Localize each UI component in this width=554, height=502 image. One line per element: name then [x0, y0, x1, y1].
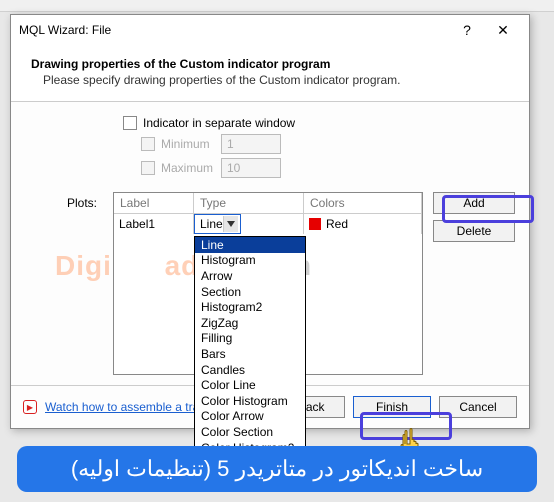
col-header-label[interactable]: Label: [114, 193, 194, 214]
separate-window-label: Indicator in separate window: [143, 116, 295, 130]
color-swatch: [309, 218, 321, 230]
separate-window-checkbox[interactable]: [123, 116, 137, 130]
type-option[interactable]: Arrow: [195, 268, 305, 284]
heading-title: Drawing properties of the Custom indicat…: [31, 57, 509, 71]
minimum-checkbox: [141, 137, 155, 151]
plot-color-cell[interactable]: Red: [304, 214, 422, 234]
delete-button[interactable]: Delete: [433, 220, 515, 242]
minimum-label: Minimum: [161, 137, 221, 151]
type-option[interactable]: Candles: [195, 362, 305, 378]
type-dropdown[interactable]: LineHistogramArrowSectionHistogram2ZigZa…: [194, 236, 306, 456]
type-option[interactable]: Line: [195, 237, 305, 253]
finish-button[interactable]: Finish: [353, 396, 431, 418]
type-option[interactable]: Histogram: [195, 253, 305, 269]
plot-type-value: Line: [200, 217, 223, 231]
type-option[interactable]: Color Section: [195, 424, 305, 440]
close-button[interactable]: ✕: [485, 16, 521, 44]
cancel-button[interactable]: Cancel: [439, 396, 517, 418]
col-header-type[interactable]: Type: [194, 193, 304, 214]
type-option[interactable]: Bars: [195, 346, 305, 362]
type-option[interactable]: Color Line: [195, 377, 305, 393]
hint-link[interactable]: Watch how to assemble a tradir: [45, 400, 213, 414]
type-option[interactable]: Section: [195, 284, 305, 300]
type-option[interactable]: ZigZag: [195, 315, 305, 331]
plot-row[interactable]: Label1 Line Red: [114, 214, 422, 234]
plot-color-name: Red: [326, 217, 348, 231]
help-button[interactable]: ?: [449, 16, 485, 44]
heading-subtitle: Please specify drawing properties of the…: [31, 71, 509, 87]
maximum-input: 10: [221, 158, 281, 178]
plots-label: Plots:: [25, 192, 103, 210]
video-icon: ▶: [23, 400, 37, 414]
heading: Drawing properties of the Custom indicat…: [11, 45, 529, 102]
col-header-colors[interactable]: Colors: [304, 193, 422, 214]
maximum-checkbox: [141, 161, 155, 175]
chevron-down-icon: [223, 216, 238, 232]
type-option[interactable]: Color Arrow: [195, 409, 305, 425]
type-option[interactable]: Histogram2: [195, 299, 305, 315]
window-title: MQL Wizard: File: [19, 23, 449, 37]
maximum-label: Maximum: [161, 161, 221, 175]
caption-banner: ساخت اندیکاتور در متاتریدر 5 (تنظیمات او…: [17, 446, 537, 492]
plot-type-select[interactable]: Line: [194, 214, 241, 234]
add-button[interactable]: Add: [433, 192, 515, 214]
plot-label-cell[interactable]: Label1: [114, 214, 194, 234]
type-option[interactable]: Color Histogram: [195, 393, 305, 409]
minimum-input: 1: [221, 134, 281, 154]
titlebar: MQL Wizard: File ? ✕: [11, 15, 529, 45]
type-option[interactable]: Filling: [195, 331, 305, 347]
